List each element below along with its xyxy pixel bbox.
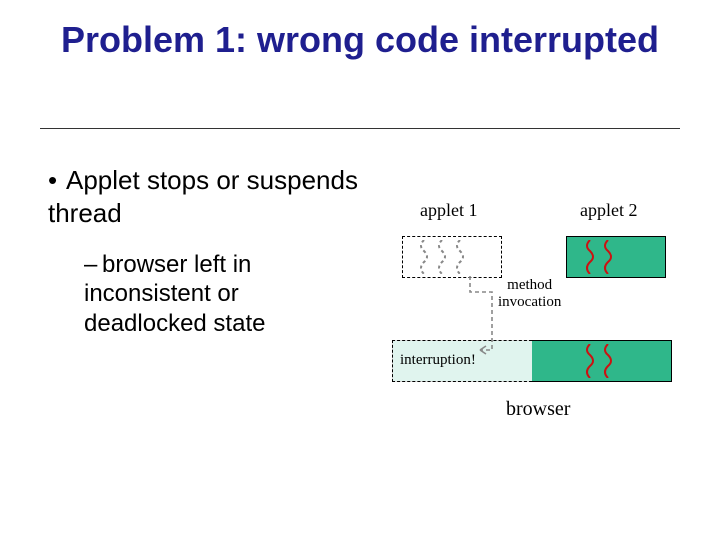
- method-invocation-label: method invocation: [498, 277, 561, 310]
- browser-label: browser: [506, 398, 570, 421]
- applet2-label: applet 2: [580, 200, 637, 221]
- bullet-sub: –browser left in inconsistent or deadloc…: [84, 250, 364, 338]
- applet1-label: applet 1: [420, 200, 477, 221]
- bullet-main-text: Applet stops or suspends thread: [48, 165, 358, 228]
- applet2-box: [566, 236, 666, 278]
- diagram: applet 1 applet 2: [370, 180, 700, 440]
- slide: Problem 1: wrong code interrupted •Apple…: [0, 0, 720, 540]
- slide-title: Problem 1: wrong code interrupted: [0, 18, 720, 61]
- bullet-dot: •: [48, 164, 66, 197]
- bullet-main: •Applet stops or suspends thread: [48, 164, 378, 229]
- bullet-dash: –: [84, 250, 102, 279]
- interruption-label: interruption!: [400, 352, 476, 369]
- title-underline: [40, 128, 680, 129]
- applet1-box: [402, 236, 502, 278]
- bullet-sub-text: browser left in inconsistent or deadlock…: [84, 251, 265, 337]
